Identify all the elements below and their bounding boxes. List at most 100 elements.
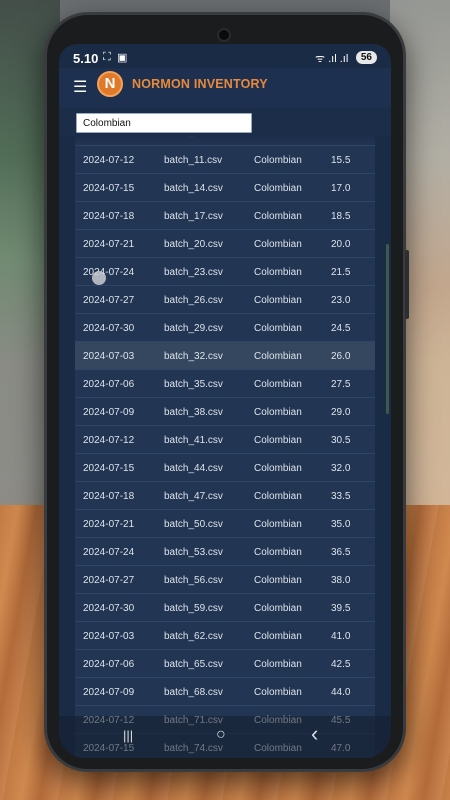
table-top-fade	[75, 136, 375, 146]
home-button[interactable]: ○	[216, 726, 226, 744]
file-cell: batch_23.csv	[164, 267, 223, 278]
wifi-signal-icon: ᯤ .ıl .ıl	[315, 53, 349, 65]
table-row[interactable]: 2024-07-06 batch_35.csv Colombian 27.5	[75, 370, 375, 398]
date-cell: 2024-07-27	[83, 575, 135, 586]
front-camera	[217, 28, 231, 42]
table-row[interactable]: 2024-07-09 batch_68.csv Colombian 44.0	[75, 678, 375, 706]
origin-cell: Colombian	[254, 407, 302, 418]
date-cell: 2024-07-30	[83, 323, 135, 334]
table-row[interactable]: 2024-07-15 batch_14.csv Colombian 17.0	[75, 174, 375, 202]
date-cell: 2024-07-09	[83, 687, 135, 698]
file-cell: batch_59.csv	[164, 603, 223, 614]
filter-input[interactable]	[76, 113, 252, 133]
value-cell: 41.0	[331, 631, 351, 642]
app-bar: ☰ N NORMON INVENTORY	[59, 68, 391, 108]
table-row[interactable]: 2024-07-21 batch_20.csv Colombian 20.0	[75, 230, 375, 258]
date-cell: 2024-07-09	[83, 407, 135, 418]
file-cell: batch_14.csv	[164, 183, 223, 194]
date-cell: 2024-07-21	[83, 239, 135, 250]
value-cell: 39.5	[331, 603, 351, 614]
value-cell: 18.5	[331, 211, 351, 222]
origin-cell: Colombian	[254, 547, 302, 558]
table-row[interactable]: 2024-07-06 batch_65.csv Colombian 42.5	[75, 650, 375, 678]
value-cell: 27.5	[331, 379, 351, 390]
origin-cell: Colombian	[254, 211, 302, 222]
back-button[interactable]: ‹	[311, 721, 318, 747]
value-cell: 20.0	[331, 239, 351, 250]
value-cell: 29.0	[331, 407, 351, 418]
table-row[interactable]: 2024-07-30 batch_59.csv Colombian 39.5	[75, 594, 375, 622]
origin-cell: Colombian	[254, 155, 302, 166]
file-cell: batch_29.csv	[164, 323, 223, 334]
date-cell: 2024-07-15	[83, 463, 135, 474]
date-cell: 2024-07-06	[83, 659, 135, 670]
origin-cell: Colombian	[254, 631, 302, 642]
table-row[interactable]: 2024-07-24 batch_23.csv Colombian 21.5	[75, 258, 375, 286]
table-row[interactable]: 2024-07-18 batch_17.csv Colombian 18.5	[75, 202, 375, 230]
table-row[interactable]: 2024-07-21 batch_50.csv Colombian 35.0	[75, 510, 375, 538]
value-cell: 23.0	[331, 295, 351, 306]
scrollbar[interactable]	[386, 244, 389, 414]
origin-cell: Colombian	[254, 379, 302, 390]
file-cell: batch_53.csv	[164, 547, 223, 558]
date-cell: 2024-07-12	[83, 435, 135, 446]
table-row[interactable]: 2024-07-12 batch_11.csv Colombian 15.5	[75, 146, 375, 174]
file-cell: batch_56.csv	[164, 575, 223, 586]
date-cell: 2024-07-15	[83, 183, 135, 194]
file-cell: batch_44.csv	[164, 463, 223, 474]
navigation-bar: ||| ○ ‹	[59, 716, 391, 758]
date-cell: 2024-07-12	[83, 155, 135, 166]
recent-apps-button[interactable]: |||	[123, 728, 133, 743]
origin-cell: Colombian	[254, 295, 302, 306]
value-cell: 35.0	[331, 519, 351, 530]
origin-cell: Colombian	[254, 687, 302, 698]
origin-cell: Colombian	[254, 659, 302, 670]
table-row[interactable]: 2024-07-24 batch_53.csv Colombian 36.5	[75, 538, 375, 566]
table-row[interactable]: 2024-07-12 batch_41.csv Colombian 30.5	[75, 426, 375, 454]
file-cell: batch_41.csv	[164, 435, 223, 446]
filter-bar	[59, 108, 391, 136]
media-icon: ▣	[117, 52, 128, 64]
value-cell: 44.0	[331, 687, 351, 698]
table-row[interactable]: 2024-07-03 batch_62.csv Colombian 41.0	[75, 622, 375, 650]
table-row[interactable]: 2024-07-18 batch_47.csv Colombian 33.5	[75, 482, 375, 510]
origin-cell: Colombian	[254, 519, 302, 530]
app-title: NORMON INVENTORY	[132, 77, 268, 91]
origin-cell: Colombian	[254, 239, 302, 250]
origin-cell: Colombian	[254, 491, 302, 502]
date-cell: 2024-07-03	[83, 351, 135, 362]
value-cell: 15.5	[331, 155, 351, 166]
date-cell: 2024-07-03	[83, 631, 135, 642]
origin-cell: Colombian	[254, 575, 302, 586]
table-row[interactable]: 2024-07-15 batch_44.csv Colombian 32.0	[75, 454, 375, 482]
table-row[interactable]: 2024-07-30 batch_29.csv Colombian 24.5	[75, 314, 375, 342]
origin-cell: Colombian	[254, 351, 302, 362]
origin-cell: Colombian	[254, 267, 302, 278]
date-cell: 2024-07-18	[83, 491, 135, 502]
value-cell: 42.5	[331, 659, 351, 670]
date-cell: 2024-07-24	[83, 267, 135, 278]
file-cell: batch_62.csv	[164, 631, 223, 642]
battery-indicator: 56	[355, 51, 377, 64]
origin-cell: Colombian	[254, 435, 302, 446]
value-cell: 24.5	[331, 323, 351, 334]
menu-icon[interactable]: ☰	[73, 77, 87, 97]
file-cell: batch_68.csv	[164, 687, 223, 698]
file-cell: batch_65.csv	[164, 659, 223, 670]
value-cell: 26.0	[331, 351, 351, 362]
origin-cell: Colombian	[254, 603, 302, 614]
file-cell: batch_20.csv	[164, 239, 223, 250]
date-cell: 2024-07-21	[83, 519, 135, 530]
status-time: 5.10	[73, 51, 99, 66]
value-cell: 36.5	[331, 547, 351, 558]
file-cell: batch_38.csv	[164, 407, 223, 418]
value-cell: 17.0	[331, 183, 351, 194]
table-row[interactable]: 2024-07-09 batch_38.csv Colombian 29.0	[75, 398, 375, 426]
table-row[interactable]: 2024-07-27 batch_56.csv Colombian 38.0	[75, 566, 375, 594]
table-row[interactable]: 2024-07-03 batch_32.csv Colombian 26.0	[75, 342, 375, 370]
value-cell: 38.0	[331, 575, 351, 586]
file-cell: batch_11.csv	[164, 155, 223, 166]
app-logo: N	[97, 71, 123, 97]
table-row[interactable]: 2024-07-27 batch_26.csv Colombian 23.0	[75, 286, 375, 314]
power-button	[405, 279, 409, 319]
